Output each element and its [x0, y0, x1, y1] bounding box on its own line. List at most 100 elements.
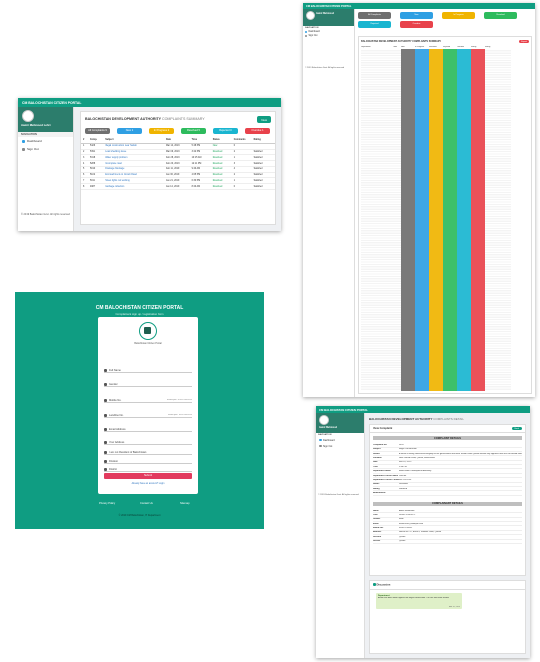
complaints-summary-screenshot: CM BALOCHISTAN CITIZEN PORTAL Aamir Mehm…	[18, 98, 281, 231]
table-column: Overdue	[457, 46, 471, 391]
status-filters: All Complaints 9 New 1 In Progress 2 Resolv…	[81, 121, 275, 138]
page-title: BALOCHISTAN DEVELOPMENT AUTHORITY COMPLA…	[81, 112, 275, 121]
field-label: Gender	[109, 383, 118, 387]
detail-label: CNIC	[373, 513, 379, 516]
detail-value: 0300-1234567	[399, 527, 413, 530]
app-titlebar: CM BALOCHISTAN CITIZEN PORTAL	[316, 406, 530, 413]
detail-value: Director	[399, 474, 407, 477]
sidebar-item-sign-out[interactable]: Sign Out	[18, 145, 73, 153]
footer-link-sitemap[interactable]: Sitemap	[180, 502, 190, 505]
table-cell: 8:20 AM	[189, 183, 211, 191]
filter-resolved-button[interactable]: Resolved 5	[181, 128, 206, 134]
sidebar-item-dashboard[interactable]: Dashboard	[18, 137, 73, 145]
form-field-district[interactable]: DistrictSelect District	[104, 468, 192, 473]
filter-rejected-button[interactable]: Rejected	[358, 21, 391, 28]
detail-value: Balochistan Development Authority	[399, 470, 432, 473]
back-button[interactable]: Back	[511, 427, 522, 430]
field-icon	[104, 428, 107, 431]
filter-in-progress-button[interactable]: In Progress 2	[149, 128, 174, 134]
detail-label: Name	[373, 509, 379, 512]
field-value: Example: 03xx-xxxxxxx	[167, 399, 192, 402]
filter-all-complaints-button[interactable]: All Complaints	[358, 12, 391, 19]
table-column: Rejected	[443, 46, 457, 391]
login-link[interactable]: Already have an account? Login	[98, 483, 198, 485]
form-field-mobile-no[interactable]: Mobile No. Example: 03xx-xxxxxxx	[104, 399, 192, 404]
filter-count: 9	[105, 129, 107, 133]
sidebar-footer: © 2019 Balochistan Govt. All rights rese…	[21, 213, 70, 216]
dashboard-icon	[305, 31, 307, 33]
avatar[interactable]	[22, 110, 34, 122]
column-body	[457, 49, 471, 391]
form-field-gender[interactable]: GenderSelect Gender	[104, 383, 192, 388]
checkbox-icon[interactable]	[104, 451, 107, 454]
field-icon	[104, 414, 107, 417]
filter-count: 1	[262, 129, 264, 133]
export-button[interactable]: Export	[519, 40, 529, 43]
detail-label: Complaint No.	[373, 443, 388, 446]
detail-value: Quetta	[399, 540, 406, 543]
field-label: I am not Resident of Balochistan	[109, 451, 147, 455]
logo-caption: Balochistan Citizen Portal	[134, 342, 162, 345]
avatar[interactable]	[306, 11, 315, 20]
detail-label: Date	[373, 461, 378, 464]
profile-name: Aamir Mehmood Lehri	[21, 123, 51, 127]
field-icon	[104, 468, 107, 471]
detail-value: Near Sariab Road, Quetta, Balochistan	[399, 457, 435, 459]
column-body	[415, 49, 429, 391]
detail-value: aamir.lehri@example.com	[399, 522, 424, 525]
table-cell: 4987	[88, 183, 104, 191]
portal-subtitle: Complainant sign up / registration form	[115, 312, 164, 316]
avatar[interactable]	[319, 415, 329, 425]
column-body	[393, 49, 401, 391]
table-column: Department	[361, 46, 393, 391]
column-body	[471, 49, 485, 391]
filter-overdue-button[interactable]: Overdue	[400, 21, 433, 28]
table-cell[interactable]: Garbage collection	[103, 183, 164, 191]
filter-label: New	[125, 129, 131, 133]
filter-overdue-button[interactable]: Overdue 1	[245, 128, 270, 134]
filter-rejected-button[interactable]: Rejected 0	[213, 128, 238, 134]
filter-all-complaints-button[interactable]: All Complaints 9	[85, 128, 110, 134]
profile-panel: Aamir Mehmood	[303, 9, 354, 26]
column-body	[361, 49, 393, 391]
app-titlebar: CM BALOCHISTAN CITIZEN PORTAL	[18, 98, 281, 107]
filter-resolved-button[interactable]: Resolved	[484, 12, 517, 19]
message-bubble: Department Action has been taken against…	[376, 593, 462, 609]
complainant-section-header: COMPLAINANT DETAILS	[373, 501, 522, 506]
detail-label: Department Officer Name	[373, 474, 399, 477]
detail-label: Email	[373, 522, 379, 525]
detail-value: 54400-1234567-1	[399, 513, 416, 516]
form-field-division[interactable]: DivisionSelect Division	[104, 460, 192, 465]
sidebar-item-sign-out[interactable]: Sign Out	[303, 34, 354, 38]
detail-label: Status	[373, 483, 380, 486]
submit-button[interactable]: Submit	[104, 473, 192, 479]
form-field-your-address[interactable]: Your Address	[104, 441, 192, 446]
footer-link-contact[interactable]: Contact Us	[140, 502, 153, 505]
column-body	[429, 49, 443, 391]
new-complaint-button[interactable]: New	[257, 116, 271, 123]
filter-in-progress-button[interactable]: In Progress	[442, 12, 475, 19]
footer-link-privacy[interactable]: Privacy Policy	[99, 502, 115, 505]
filter-count: 0	[230, 129, 232, 133]
sidebar-item-label: Dashboard	[27, 139, 42, 143]
message-time: Mar 15, 2019	[448, 605, 460, 608]
department-summary-screenshot: CM BALOCHISTAN CITIZEN PORTAL Aamir Mehm…	[303, 3, 535, 397]
form-field-full-name[interactable]: Full Name	[104, 369, 192, 374]
sidebar-item-sign-out[interactable]: Sign Out	[316, 443, 364, 449]
table-row[interactable]: 8 4987 Garbage collection Jan 12, 2019 8:20 …	[81, 183, 275, 191]
detail-label: Location	[373, 457, 382, 459]
field-label: Email Address	[109, 428, 126, 432]
page-title-sub: COMPLAINTS SUMMARY	[162, 117, 205, 121]
form-field-i-am-not-resident-of-balochistan[interactable]: I am not Resident of Balochistan	[104, 451, 192, 456]
filter-new-button[interactable]: New 1	[117, 128, 142, 134]
field-label: Mobile No.	[109, 399, 122, 403]
form-field-landline-no[interactable]: Landline No. Example: 081-xxxxxxx	[104, 414, 192, 419]
table-column: Rating	[485, 46, 511, 391]
table-column: Rating	[471, 46, 485, 391]
detail-label: Rating	[373, 487, 380, 490]
copyright: © 2019 CM Balochistan, IT Department	[118, 514, 161, 517]
registration-screenshot: CM BALOCHISTAN CITIZEN PORTAL Complainan…	[15, 292, 264, 529]
detail-value: House No. 12, Block 4, Satellite Town, Q…	[399, 531, 442, 534]
form-field-email-address[interactable]: Email Address	[104, 428, 192, 433]
filter-new-button[interactable]: New	[400, 12, 433, 19]
